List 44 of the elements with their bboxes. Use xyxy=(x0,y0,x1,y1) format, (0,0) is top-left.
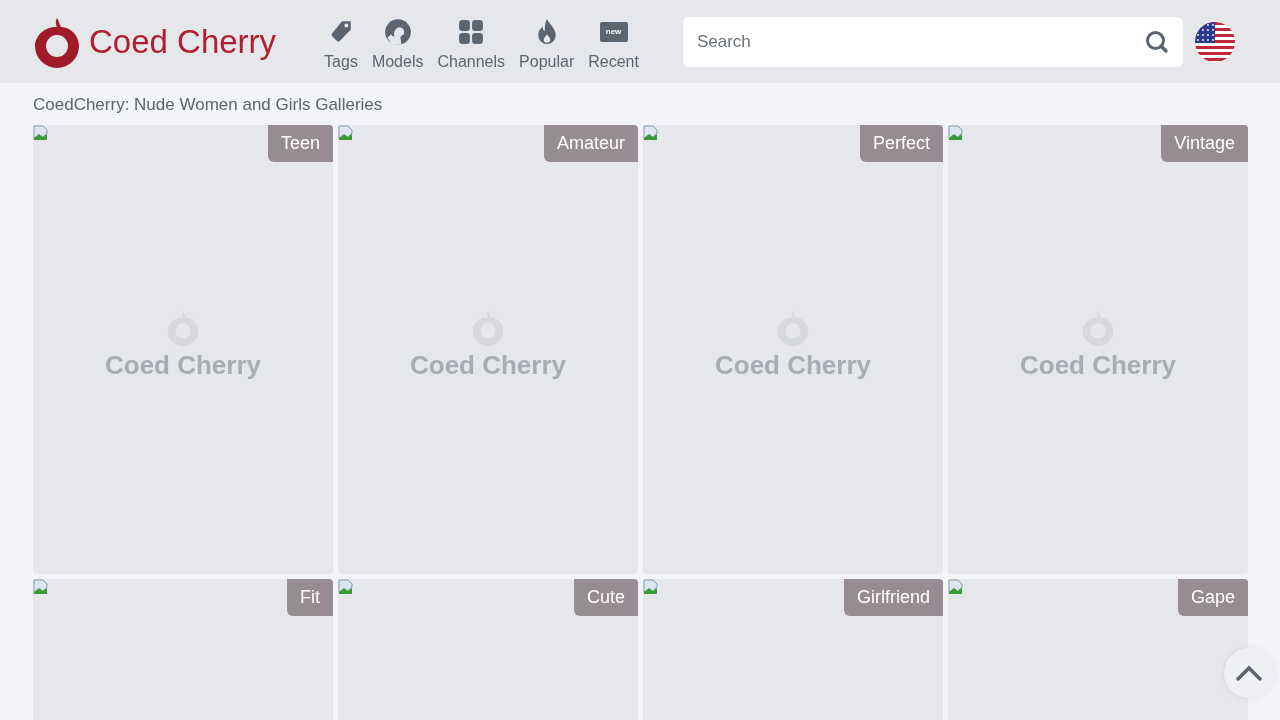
broken-image-icon xyxy=(948,579,964,595)
broken-image-icon xyxy=(338,579,354,595)
search-icon[interactable] xyxy=(1144,29,1169,54)
category-tag[interactable]: Fit xyxy=(287,579,333,616)
category-tag[interactable]: Perfect xyxy=(859,125,943,162)
gallery-card[interactable]: Fit xyxy=(33,579,333,720)
gallery-card[interactable]: Gape xyxy=(948,579,1248,720)
grid-icon xyxy=(458,18,485,45)
placeholder-logo-text: Coed Cherry xyxy=(714,350,871,381)
gallery-card[interactable]: Teen Coed Cherry xyxy=(33,125,333,574)
placeholder-logo-text: Coed Cherry xyxy=(1019,350,1176,381)
placeholder-logo-text: Coed Cherry xyxy=(104,350,261,381)
flame-icon xyxy=(535,18,558,45)
gallery-card[interactable]: Girlfriend xyxy=(643,579,943,720)
broken-image-icon xyxy=(948,125,964,141)
gallery-card[interactable]: Perfect Coed Cherry xyxy=(643,125,943,574)
broken-image-icon xyxy=(338,125,354,141)
broken-image-icon xyxy=(33,125,49,141)
chevron-up-icon xyxy=(1236,665,1262,681)
search-field[interactable]: Search xyxy=(682,16,1183,67)
page-title: CoedCherry: Nude Women and Girls Galleries xyxy=(33,95,384,115)
gallery-card[interactable]: Amateur Coed Cherry xyxy=(338,125,638,574)
category-tag[interactable]: Teen xyxy=(267,125,333,162)
site-logo-text[interactable]: Coed Cherry xyxy=(89,22,277,61)
scroll-to-top-button[interactable] xyxy=(1224,648,1274,698)
gallery-card[interactable]: Vintage Coed Cherry xyxy=(948,125,1248,574)
category-tag[interactable]: Amateur xyxy=(543,125,638,162)
nav-item[interactable]: new Recent xyxy=(588,12,639,71)
broken-image-icon xyxy=(643,579,659,595)
category-tag[interactable]: Girlfriend xyxy=(843,579,943,616)
category-tag[interactable]: Gape xyxy=(1177,579,1248,616)
profile-icon xyxy=(383,17,412,46)
nav-item[interactable]: Channels xyxy=(437,12,506,71)
flag-icon[interactable] xyxy=(1194,21,1235,62)
category-tag[interactable]: Cute xyxy=(573,579,638,616)
broken-image-icon xyxy=(33,579,49,595)
placeholder-logo-text: Coed Cherry xyxy=(409,350,566,381)
gallery-card[interactable]: Cute xyxy=(338,579,638,720)
broken-image-icon xyxy=(643,125,659,141)
nav-item[interactable]: Tags xyxy=(324,12,358,71)
nav-item[interactable]: Popular xyxy=(519,12,575,71)
nav-item[interactable]: Models xyxy=(371,12,424,71)
category-tag[interactable]: Vintage xyxy=(1161,125,1248,162)
new-badge-icon: new xyxy=(599,21,628,42)
